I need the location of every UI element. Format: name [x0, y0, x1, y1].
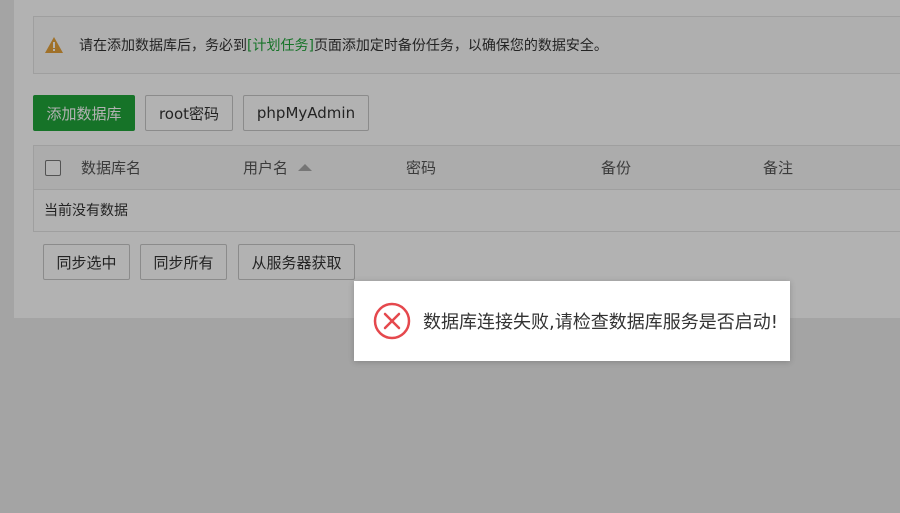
database-page: 请在添加数据库后，务必到[计划任务]页面添加定时备份任务，以确保您的数据安全。 …: [0, 0, 900, 513]
toast-message: 数据库连接失败,请检查数据库服务是否启动!: [423, 312, 778, 333]
error-toast: 数据库连接失败,请检查数据库服务是否启动!: [354, 281, 790, 361]
modal-overlay[interactable]: [0, 0, 900, 513]
error-icon: [373, 302, 411, 340]
